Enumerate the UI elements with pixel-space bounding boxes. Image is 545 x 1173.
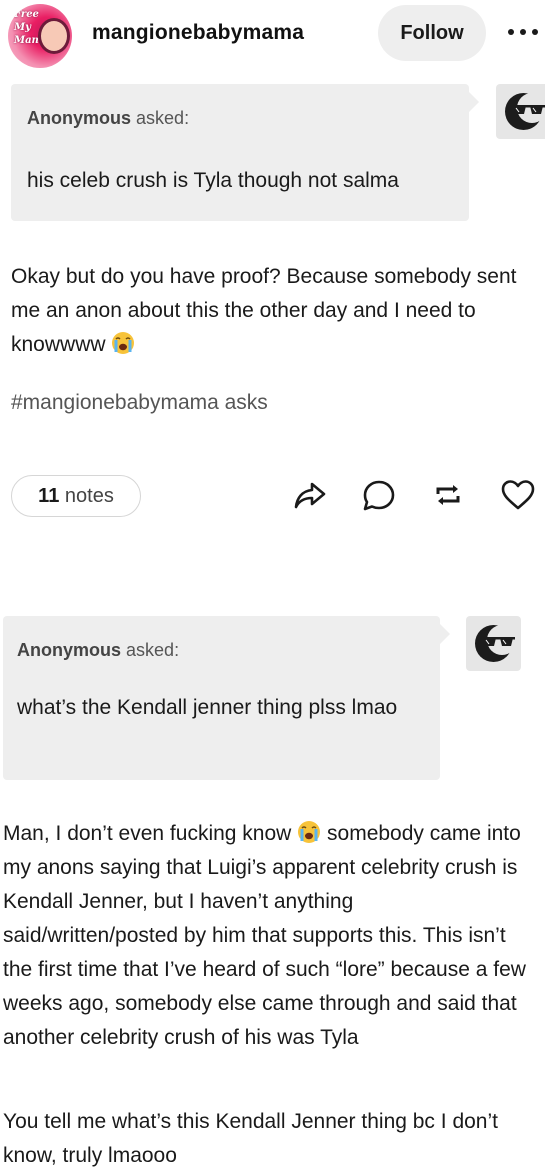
follow-button[interactable]: Follow — [378, 5, 486, 61]
answer-body: Okay but do you have proof? Because some… — [11, 265, 517, 356]
asker-name[interactable]: Anonymous — [27, 108, 131, 128]
answer-lead: Man, I don’t even fucking know — [3, 822, 292, 845]
asker-line: Anonymous asked: — [27, 108, 189, 129]
dot — [520, 29, 526, 35]
asked-label: asked: — [136, 108, 190, 128]
like-heart-icon[interactable] — [500, 477, 536, 513]
anonymous-avatar — [496, 84, 545, 139]
post-tag[interactable]: #mangionebabymama asks — [11, 391, 268, 415]
answer-body: somebody came into my anons saying that … — [3, 822, 526, 1049]
ask-question: what’s the Kendall jenner thing plss lma… — [17, 696, 398, 719]
avatar-face — [38, 18, 70, 54]
blog-avatar[interactable]: Free My Man — [8, 4, 72, 68]
reblog-icon[interactable] — [430, 477, 466, 513]
asker-line: Anonymous asked: — [17, 640, 179, 661]
answer-text: Man, I don’t even fucking know somebody … — [3, 817, 533, 1055]
sunglasses-icon — [511, 105, 545, 114]
sunglasses-icon — [481, 637, 515, 646]
asker-name[interactable]: Anonymous — [17, 640, 121, 660]
more-horizontal-icon[interactable] — [508, 25, 538, 39]
loudly-crying-emoji-icon — [112, 332, 135, 354]
answer-text-second-paragraph: You tell me what’s this Kendall Jenner t… — [3, 1110, 498, 1167]
ask-bubble: Anonymous asked: his celeb crush is Tyla… — [11, 84, 479, 221]
asked-label: asked: — [126, 640, 180, 660]
dot — [508, 29, 514, 35]
dot — [532, 29, 538, 35]
loudly-crying-emoji-icon — [298, 821, 321, 843]
blog-name-link[interactable]: mangionebabymama — [92, 21, 304, 45]
post-header: Free My Man mangionebabymama Follow — [0, 0, 545, 68]
answer-text: Okay but do you have proof? Because some… — [11, 260, 531, 362]
notes-label: notes — [64, 484, 114, 507]
notes-count: 11 — [38, 484, 60, 507]
anonymous-avatar — [466, 616, 521, 671]
reply-icon[interactable] — [361, 477, 397, 513]
share-icon[interactable] — [292, 477, 328, 513]
ask-bubble: Anonymous asked: what’s the Kendall jenn… — [3, 616, 450, 780]
notes-count-button[interactable]: 11 notes — [11, 475, 141, 517]
ask-question: his celeb crush is Tyla though not salma — [27, 169, 399, 192]
